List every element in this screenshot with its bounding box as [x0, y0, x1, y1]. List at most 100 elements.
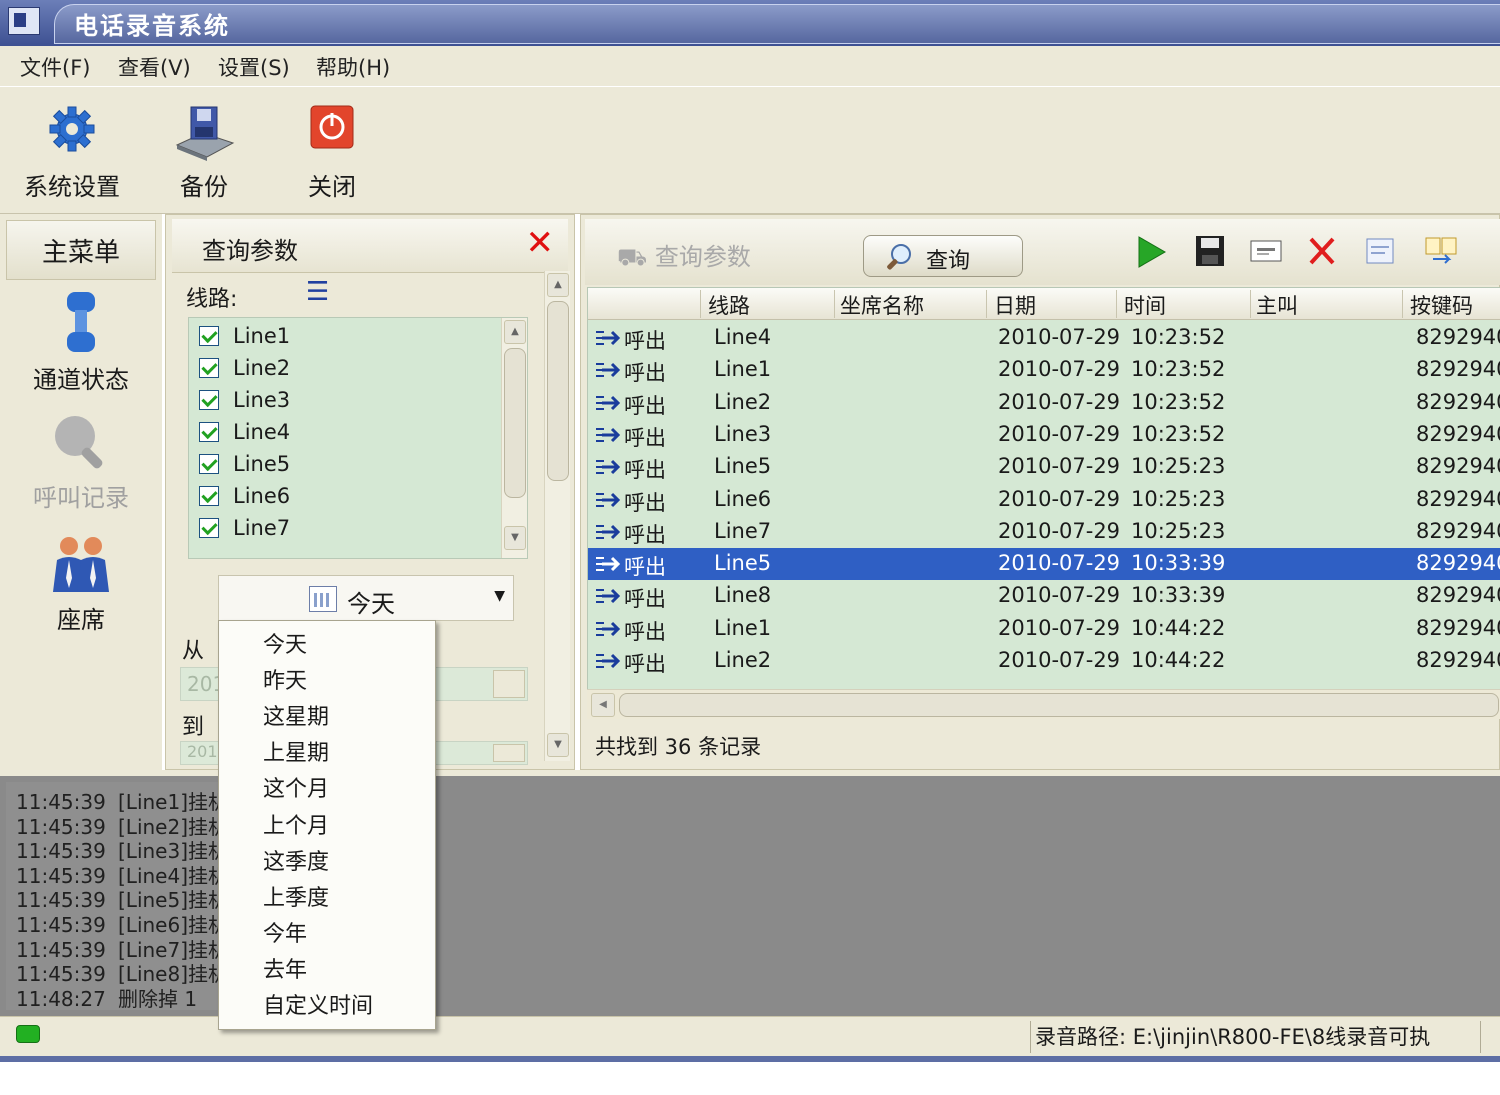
outgoing-call-icon	[596, 427, 621, 442]
checkbox-checked-icon[interactable]	[199, 518, 219, 538]
table-row[interactable]: 呼出 Line2 2010-07-29 10:23:52 82929408	[588, 387, 1500, 419]
dropdown-option[interactable]: 昨天	[263, 663, 307, 695]
line-item-label: Line3	[233, 388, 291, 412]
nav-agents[interactable]: 座席	[6, 534, 156, 635]
grid-hscrollbar[interactable]: ◀	[587, 689, 1500, 719]
cell-keys: 82929408	[1416, 389, 1500, 414]
panel-scrollbar[interactable]: ▲ ▼	[544, 271, 570, 761]
line-item[interactable]: Line6	[199, 480, 290, 512]
export-icon[interactable]	[1249, 235, 1283, 265]
checkbox-checked-icon[interactable]	[199, 358, 219, 378]
play-icon[interactable]	[1135, 235, 1167, 269]
dropdown-option[interactable]: 今年	[263, 916, 307, 948]
table-row[interactable]: 呼出 Line5 2010-07-29 10:33:39 82929408	[588, 548, 1500, 581]
table-row[interactable]: 呼出 Line1 2010-07-29 10:23:52 82929408	[588, 354, 1500, 386]
scroll-down-icon[interactable]: ▼	[504, 526, 526, 550]
search-button[interactable]: 查询	[863, 235, 1023, 277]
system-settings-button[interactable]: 系统设置	[14, 87, 130, 213]
table-row[interactable]: 呼出 Line5 2010-07-29 10:25:23 82929408	[588, 451, 1500, 483]
line-item[interactable]: Line4	[199, 416, 290, 448]
dropdown-option[interactable]: 今天	[263, 627, 307, 659]
cell-line: Line1	[714, 357, 772, 382]
date-spinner[interactable]	[493, 744, 525, 762]
column-header-agent[interactable]: 坐席名称	[840, 290, 924, 320]
table-row[interactable]: 呼出 Line2 2010-07-29 10:44:22 82929408	[588, 645, 1500, 677]
transfer-icon[interactable]	[1423, 235, 1459, 269]
dropdown-option[interactable]: 去年	[263, 952, 307, 984]
scroll-thumb[interactable]	[619, 693, 1499, 717]
backup-label: 备份	[180, 173, 228, 201]
dropdown-option[interactable]: 上个月	[263, 808, 329, 840]
scroll-down-icon[interactable]: ▼	[547, 733, 569, 757]
cell-direction: 呼出	[624, 555, 666, 580]
query-params-toggle[interactable]: ⛟ 查询参数	[617, 237, 751, 274]
table-row[interactable]: 呼出 Line6 2010-07-29 10:25:23 82929408	[588, 484, 1500, 516]
list-icon[interactable]: ☰	[306, 277, 329, 307]
dropdown-option[interactable]: 这星期	[263, 699, 329, 731]
save-icon[interactable]	[1195, 235, 1225, 267]
cell-keys: 82929408	[1416, 454, 1500, 479]
table-row[interactable]: 呼出 Line8 2010-07-29 10:33:39 82929408	[588, 580, 1500, 612]
cell-date: 2010-07-29	[998, 648, 1121, 672]
nav-call-records[interactable]: 呼叫记录	[6, 412, 156, 513]
cell-line: Line5	[714, 454, 772, 479]
table-row[interactable]: 呼出 Line4 2010-07-29 10:23:52 82929408	[588, 322, 1500, 354]
nav-channel-status[interactable]: 通道状态	[6, 290, 156, 395]
column-header-line[interactable]: 线路	[708, 290, 750, 320]
checkbox-checked-icon[interactable]	[199, 454, 219, 474]
delete-icon[interactable]	[1307, 235, 1337, 267]
main-menu-header[interactable]: 主菜单	[6, 220, 156, 280]
cell-keys: 82929408	[1416, 357, 1500, 382]
checkbox-checked-icon[interactable]	[199, 326, 219, 346]
line-item[interactable]: Line7	[199, 512, 290, 544]
checkbox-checked-icon[interactable]	[199, 390, 219, 410]
table-row[interactable]: 呼出 Line7 2010-07-29 10:25:23 82929408	[588, 516, 1500, 548]
cell-time: 10:25:23	[1131, 454, 1226, 479]
table-row[interactable]: 呼出 Line1 2010-07-29 10:44:22 82929408	[588, 613, 1500, 645]
dropdown-option[interactable]: 自定义时间	[263, 988, 373, 1020]
cell-keys: 82929408	[1416, 486, 1500, 511]
window-bottom-border	[0, 1056, 1500, 1062]
dropdown-option[interactable]: 这个月	[263, 771, 329, 803]
column-separator	[1250, 290, 1251, 318]
nav-agents-label: 座席	[57, 606, 105, 634]
menu-view[interactable]: 查看(V)	[118, 52, 191, 82]
app-icon[interactable]	[8, 7, 40, 35]
line-item[interactable]: Line3	[199, 384, 290, 416]
column-header-keys[interactable]: 按键码	[1410, 290, 1473, 320]
menu-help[interactable]: 帮助(H)	[316, 52, 390, 82]
scroll-left-icon[interactable]: ◀	[591, 693, 615, 717]
date-spinner[interactable]	[493, 670, 525, 698]
menu-file[interactable]: 文件(F)	[20, 52, 90, 82]
date-range-select[interactable]: 今天 ▼	[218, 575, 514, 621]
scroll-up-icon[interactable]: ▲	[504, 320, 526, 344]
dropdown-option[interactable]: 上星期	[263, 735, 329, 767]
line-item[interactable]: Line1	[199, 320, 290, 352]
close-panel-icon[interactable]: ✕	[526, 223, 555, 263]
checkbox-checked-icon[interactable]	[199, 422, 219, 442]
cell-keys: 82929408	[1416, 615, 1500, 640]
query-params-title: 查询参数	[202, 237, 298, 265]
close-app-button[interactable]: 关闭	[290, 87, 374, 213]
menu-settings[interactable]: 设置(S)	[218, 52, 290, 82]
date-range-value: 今天	[347, 590, 395, 618]
chevron-down-icon[interactable]: ▼	[494, 588, 505, 604]
column-header-date[interactable]: 日期	[994, 290, 1036, 320]
notes-icon[interactable]	[1363, 235, 1397, 267]
left-nav: 主菜单 通道状态 呼叫记录 座席	[0, 214, 162, 770]
scroll-thumb[interactable]	[504, 348, 526, 498]
window-title: 电话录音系统	[74, 12, 230, 40]
checkbox-checked-icon[interactable]	[199, 486, 219, 506]
dropdown-option[interactable]: 上季度	[263, 880, 329, 912]
scroll-up-icon[interactable]: ▲	[547, 273, 569, 297]
line-item[interactable]: Line5	[199, 448, 290, 480]
scroll-thumb[interactable]	[547, 301, 569, 481]
dropdown-option[interactable]: 这季度	[263, 844, 329, 876]
table-row[interactable]: 呼出 Line3 2010-07-29 10:23:52 82929408	[588, 419, 1500, 451]
line-item[interactable]: Line2	[199, 352, 290, 384]
column-header-time[interactable]: 时间	[1124, 290, 1166, 320]
outgoing-call-icon	[596, 589, 621, 604]
column-header-caller[interactable]: 主叫	[1256, 290, 1298, 320]
line-list-scrollbar[interactable]: ▲ ▼	[501, 318, 527, 558]
backup-button[interactable]: 备份	[160, 87, 248, 213]
